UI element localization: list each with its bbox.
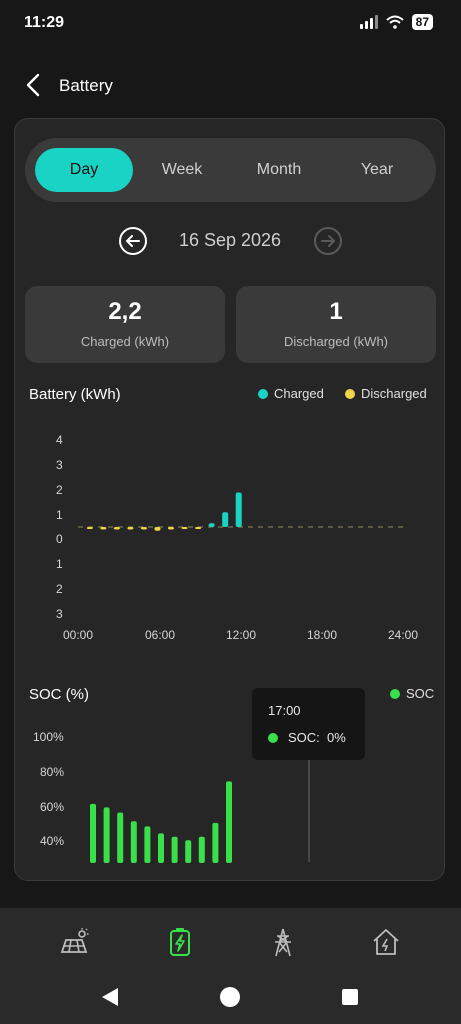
soc-bar	[144, 826, 151, 863]
soc-bar	[130, 821, 137, 863]
soc-bar	[212, 822, 219, 863]
home-nav-icon[interactable]	[220, 987, 240, 1007]
soc-bar	[103, 807, 110, 863]
soc-bar	[171, 836, 178, 863]
battery-icon[interactable]	[164, 926, 196, 958]
tooltip-value: 0%	[327, 730, 346, 745]
tooltip-time: 17:00	[268, 703, 301, 718]
tooltip-dot	[268, 732, 278, 743]
soc-bar	[158, 833, 164, 863]
tooltip-row: SOC: 0%	[268, 730, 346, 745]
soc-bar	[198, 836, 205, 863]
grid-tower-icon[interactable]	[267, 926, 299, 958]
soc-bar	[226, 781, 232, 863]
tooltip-label: SOC:	[288, 730, 320, 745]
soc-bar	[185, 840, 192, 863]
soc-tooltip: 17:00 SOC: 0%	[252, 688, 365, 760]
soc-bar	[117, 812, 124, 863]
recents-nav-icon[interactable]	[342, 989, 358, 1005]
solar-panel-icon[interactable]	[58, 926, 90, 958]
home-icon[interactable]	[370, 926, 402, 958]
soc-bar	[90, 803, 96, 863]
back-nav-icon[interactable]	[100, 986, 120, 1008]
soc-chart[interactable]	[0, 0, 461, 880]
